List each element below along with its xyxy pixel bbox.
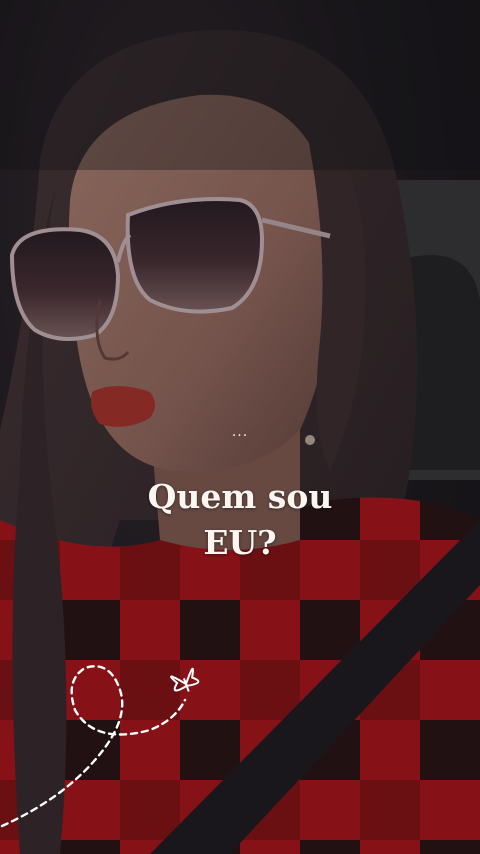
title-line-1: Quem sou <box>147 477 333 516</box>
story-title: Quem sou EU? <box>0 474 480 566</box>
ellipsis-text: ... <box>231 424 249 440</box>
story-screen: ... Quem sou EU? <box>0 0 480 854</box>
top-shade <box>0 0 480 170</box>
title-line-2: EU? <box>203 523 277 562</box>
